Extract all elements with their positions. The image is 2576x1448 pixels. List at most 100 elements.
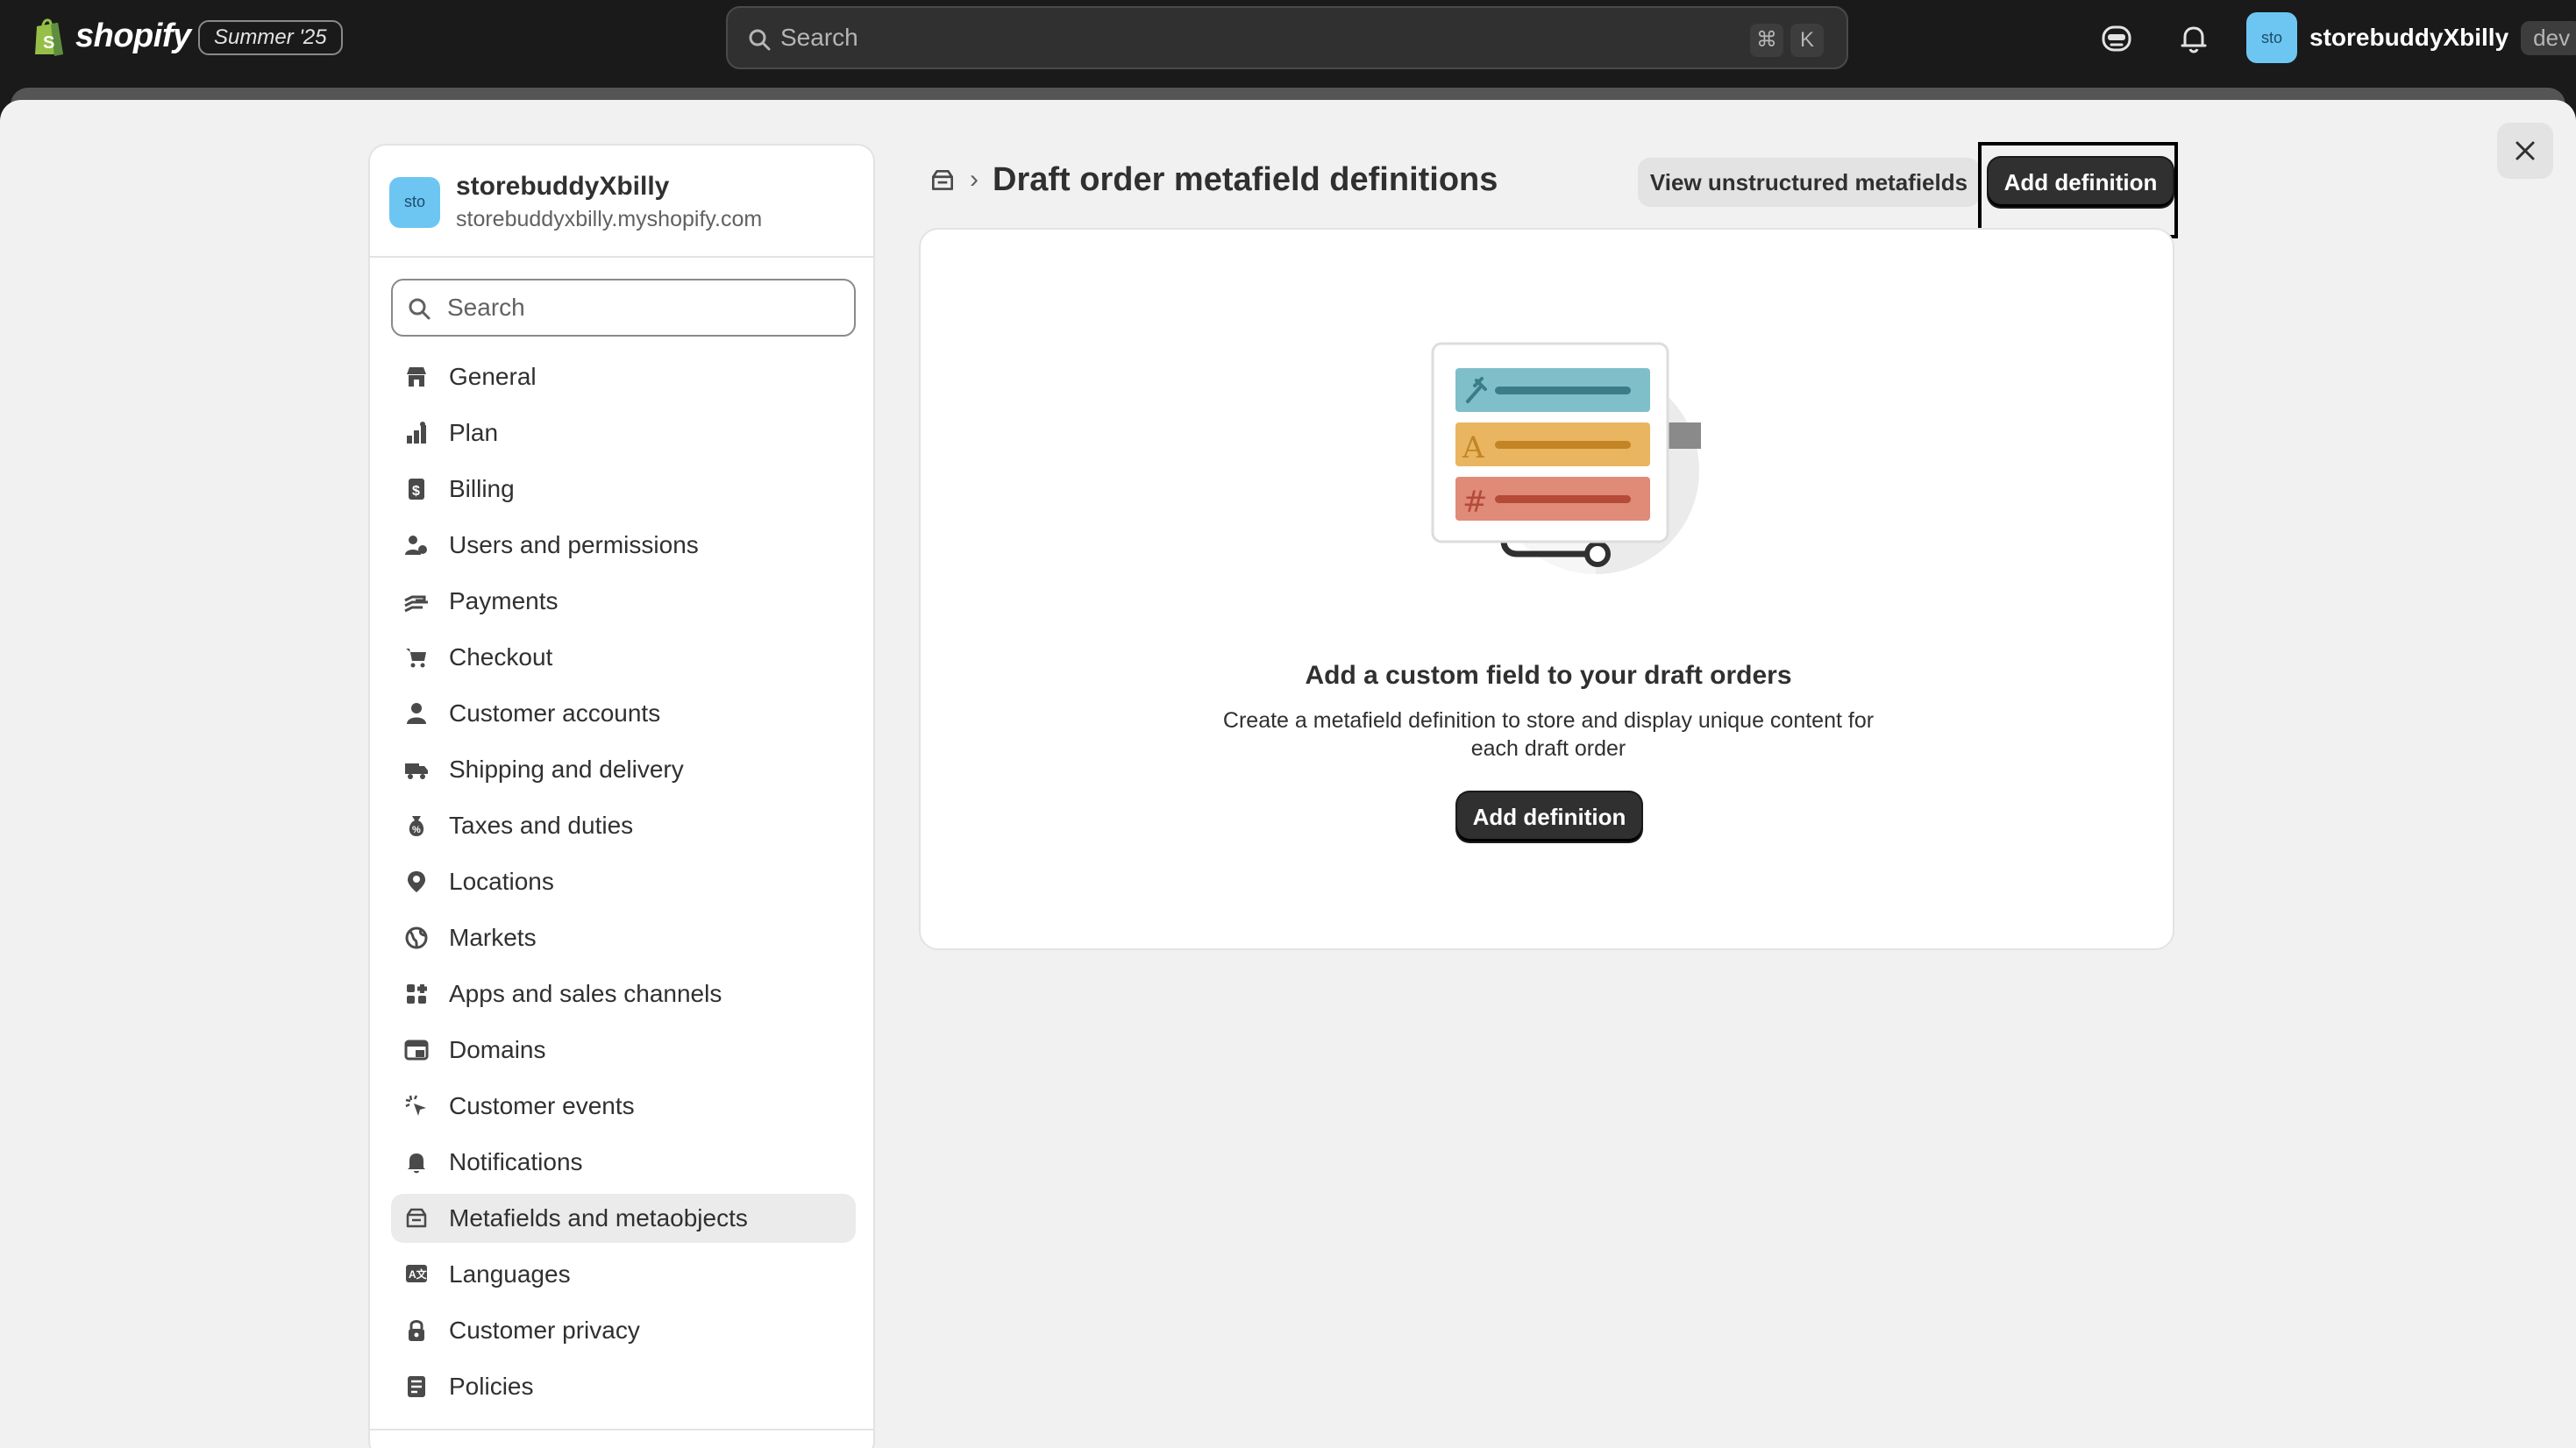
sidebar-item-label: General [449, 363, 537, 390]
divider [370, 256, 873, 258]
sidebar-item-label: Notifications [449, 1148, 583, 1175]
sidebar-item-label: Checkout [449, 643, 553, 671]
location-icon [402, 867, 431, 897]
close-button[interactable] [2497, 123, 2553, 179]
payments-icon [402, 586, 431, 616]
search-icon [409, 298, 431, 320]
sidebar-item-label: Customer events [449, 1092, 635, 1119]
sidebar-item-label: Users and permissions [449, 531, 699, 558]
empty-state-description: Create a metafield definition to store a… [1222, 708, 1875, 761]
empty-state-title: Add a custom field to your draft orders [1305, 661, 1792, 690]
divider [370, 1429, 873, 1430]
empty-state-add-definition-button[interactable]: Add definition [1457, 792, 1641, 841]
sidebar-item-metafields[interactable]: Metafields and metaobjects [391, 1194, 856, 1243]
top-bar: S shopify Summer '25 Search ⌘ K sto stor… [0, 0, 2576, 75]
sidebar-item-general[interactable]: General [391, 352, 856, 401]
sidebar-item-shipping[interactable]: Shipping and delivery [391, 745, 856, 794]
search-placeholder: Search [780, 24, 858, 51]
lock-icon [402, 1316, 431, 1345]
sidebar-item-billing[interactable]: $ Billing [391, 465, 856, 514]
svg-text:$: $ [412, 484, 420, 499]
metafields-icon [402, 1203, 431, 1233]
sidekick-icon[interactable] [2099, 21, 2134, 56]
svg-text:%: % [412, 825, 421, 835]
tax-icon: % [402, 811, 431, 841]
selection-highlight [1978, 142, 2178, 238]
sidebar-item-label: Metafields and metaobjects [449, 1204, 748, 1232]
svg-text:#: # [1462, 485, 1488, 520]
sidebar-item-label: Apps and sales channels [449, 980, 722, 1007]
dev-badge: dev [2521, 20, 2576, 55]
sidebar-item-plan[interactable]: Plan [391, 408, 856, 458]
cart-icon [402, 642, 431, 672]
plan-icon [402, 418, 431, 448]
sidebar-item-label: Locations [449, 868, 554, 895]
shortcut-k-key: K [1790, 24, 1824, 57]
chevron-right-icon: › [970, 165, 978, 194]
truck-icon [402, 755, 431, 784]
policies-icon [402, 1372, 431, 1402]
global-search-input[interactable]: Search ⌘ K [726, 6, 1848, 69]
sidebar-item-label: Shipping and delivery [449, 756, 684, 783]
search-icon [749, 29, 771, 51]
settings-search-placeholder: Search [447, 294, 525, 321]
sidebar-item-payments[interactable]: Payments [391, 577, 856, 626]
domains-icon [402, 1035, 431, 1065]
sidebar-item-taxes[interactable]: % Taxes and duties [391, 801, 856, 850]
empty-state-card: A # Add a custom field to your draft ord… [919, 228, 2174, 950]
globe-icon [402, 923, 431, 953]
settings-sidebar: sto storebuddyXbilly storebuddyxbilly.my… [368, 144, 875, 1448]
sidebar-item-domains[interactable]: Domains [391, 1026, 856, 1075]
metafields-breadcrumb-icon[interactable] [928, 167, 957, 195]
account-name: storebuddyXbilly [2309, 24, 2509, 51]
svg-text:A文: A文 [409, 1267, 428, 1281]
sidebar-item-checkout[interactable]: Checkout [391, 633, 856, 682]
account-avatar: sto [2246, 12, 2297, 63]
sidebar-item-label: Plan [449, 419, 499, 446]
sidebar-item-customer-events[interactable]: Customer events [391, 1082, 856, 1131]
bell-icon[interactable] [2176, 21, 2211, 56]
sidebar-item-label: Payments [449, 587, 559, 614]
svg-text:S: S [43, 33, 54, 53]
shopify-logo[interactable]: S shopify [32, 16, 191, 56]
sidebar-item-customer-privacy[interactable]: Customer privacy [391, 1306, 856, 1355]
shopify-bag-icon: S [35, 18, 63, 56]
person-icon [402, 699, 431, 728]
view-unstructured-metafields-button[interactable]: View unstructured metafields [1638, 158, 1980, 207]
sidebar-item-label: Billing [449, 475, 515, 502]
shortcut-cmd-key: ⌘ [1750, 24, 1783, 57]
sidebar-item-label: Customer accounts [449, 699, 661, 727]
sidebar-item-languages[interactable]: A文 Languages [391, 1250, 856, 1299]
sidebar-item-locations[interactable]: Locations [391, 857, 856, 906]
sidebar-item-label: Domains [449, 1036, 546, 1063]
account-menu[interactable]: sto storebuddyXbilly dev [2246, 12, 2576, 63]
store-avatar: sto [389, 176, 440, 228]
store-url: storebuddyxbilly.myshopify.com [456, 207, 763, 231]
sidebar-item-label: Languages [449, 1260, 571, 1288]
sidebar-item-label: Taxes and duties [449, 812, 634, 839]
billing-icon: $ [402, 474, 431, 504]
settings-search-input[interactable]: Search [391, 279, 856, 337]
sidebar-item-policies[interactable]: Policies [391, 1362, 856, 1411]
sidebar-item-users[interactable]: Users and permissions [391, 521, 856, 570]
cursor-icon [402, 1091, 431, 1121]
language-icon: A文 [402, 1260, 431, 1289]
page-title: Draft order metafield definitions [993, 161, 1498, 198]
edition-badge[interactable]: Summer '25 [198, 20, 343, 55]
sidebar-item-apps[interactable]: Apps and sales channels [391, 969, 856, 1019]
sidebar-item-customer-accounts[interactable]: Customer accounts [391, 689, 856, 738]
apps-icon [402, 979, 431, 1009]
store-name: storebuddyXbilly [456, 172, 670, 201]
sidebar-item-label: Markets [449, 924, 537, 951]
store-icon [402, 362, 431, 392]
settings-nav: General Plan $ Billing Users and permiss… [391, 352, 856, 1418]
sidebar-item-markets[interactable]: Markets [391, 913, 856, 962]
logo-text: shopify [75, 17, 191, 54]
users-icon [402, 530, 431, 560]
sidebar-item-label: Customer privacy [449, 1317, 640, 1344]
store-header[interactable]: sto storebuddyXbilly storebuddyxbilly.my… [389, 172, 762, 232]
close-icon [2516, 141, 2535, 160]
sidebar-item-notifications[interactable]: Notifications [391, 1138, 856, 1187]
bell-icon [402, 1147, 431, 1177]
sidebar-item-label: Policies [449, 1373, 534, 1400]
